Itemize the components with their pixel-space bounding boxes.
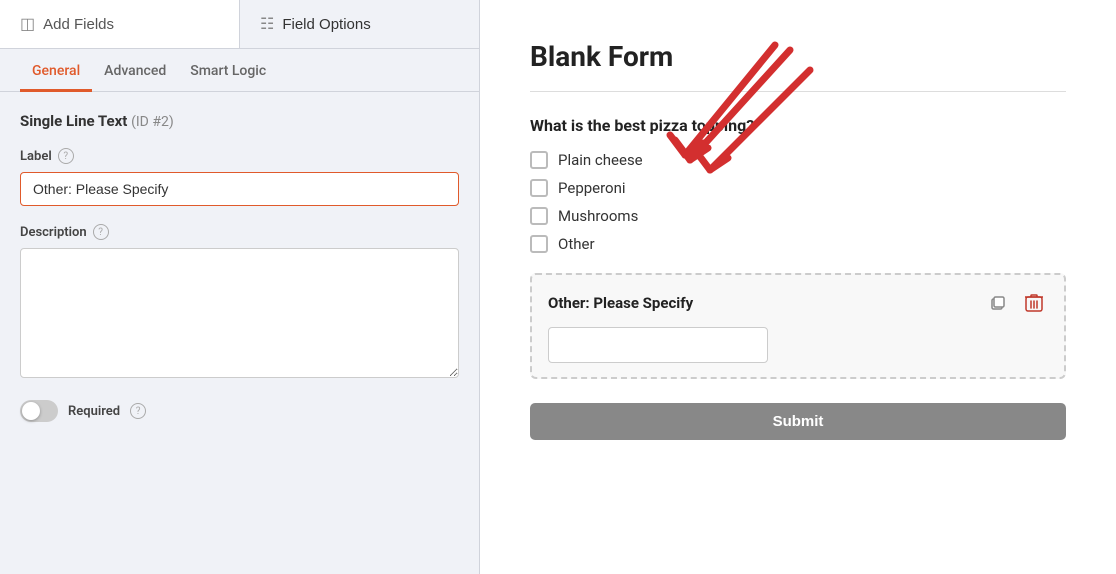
field-title: Single Line Text (ID #2) <box>20 112 459 130</box>
add-fields-tab[interactable]: ◫ Add Fields <box>0 0 240 48</box>
field-content: Single Line Text (ID #2) Label ? Descrip… <box>0 92 479 574</box>
add-fields-icon: ◫ <box>20 14 35 34</box>
required-row: Required ? <box>20 400 459 422</box>
left-panel: ◫ Add Fields ☷ Field Options General Adv… <box>0 0 480 574</box>
label-input[interactable] <box>20 172 459 206</box>
checkbox-mushrooms[interactable] <box>530 207 548 225</box>
list-item: Plain cheese <box>530 151 1066 169</box>
form-divider <box>530 91 1066 92</box>
checkbox-pepperoni[interactable] <box>530 179 548 197</box>
checkbox-plain-cheese[interactable] <box>530 151 548 169</box>
right-panel: Blank Form What is the best pizza toppin… <box>480 0 1116 574</box>
duplicate-icon[interactable] <box>984 289 1012 317</box>
description-input[interactable] <box>20 248 459 378</box>
other-field-text-input[interactable] <box>548 327 768 363</box>
other-field-actions <box>984 289 1048 317</box>
tab-smart-logic[interactable]: Smart Logic <box>178 49 278 92</box>
label-row: Label ? <box>20 148 459 164</box>
option-plain-cheese: Plain cheese <box>558 151 643 169</box>
form-title: Blank Form <box>530 40 1066 73</box>
other-field-header: Other: Please Specify <box>548 289 1048 317</box>
other-field-card: Other: Please Specify <box>530 273 1066 379</box>
description-field-label: Description <box>20 225 87 240</box>
question-label: What is the best pizza topping? <box>530 116 1066 135</box>
list-item: Other <box>530 235 1066 253</box>
submit-button[interactable]: Submit <box>530 403 1066 440</box>
required-help-icon[interactable]: ? <box>130 403 146 419</box>
tab-general[interactable]: General <box>20 49 92 92</box>
label-help-icon[interactable]: ? <box>58 148 74 164</box>
field-id: (ID #2) <box>131 114 174 130</box>
label-field-label: Label <box>20 149 52 164</box>
option-mushrooms: Mushrooms <box>558 207 638 225</box>
field-options-tab[interactable]: ☷ Field Options <box>240 0 479 48</box>
description-help-icon[interactable]: ? <box>93 224 109 240</box>
inner-tabs: General Advanced Smart Logic <box>0 49 479 92</box>
option-pepperoni: Pepperoni <box>558 179 626 197</box>
delete-icon[interactable] <box>1020 289 1048 317</box>
option-other: Other <box>558 235 595 253</box>
checkbox-group: Plain cheese Pepperoni Mushrooms Other <box>530 151 1066 253</box>
list-item: Pepperoni <box>530 179 1066 197</box>
other-field-title: Other: Please Specify <box>548 294 693 312</box>
sliders-icon: ☷ <box>260 14 274 34</box>
panel-tabs-header: ◫ Add Fields ☷ Field Options <box>0 0 479 49</box>
toggle-knob <box>22 402 40 420</box>
field-options-label: Field Options <box>282 16 370 33</box>
description-row: Description ? <box>20 224 459 240</box>
add-fields-label: Add Fields <box>43 16 114 33</box>
required-label: Required <box>68 404 120 419</box>
tab-advanced[interactable]: Advanced <box>92 49 178 92</box>
list-item: Mushrooms <box>530 207 1066 225</box>
required-toggle[interactable] <box>20 400 58 422</box>
checkbox-other[interactable] <box>530 235 548 253</box>
